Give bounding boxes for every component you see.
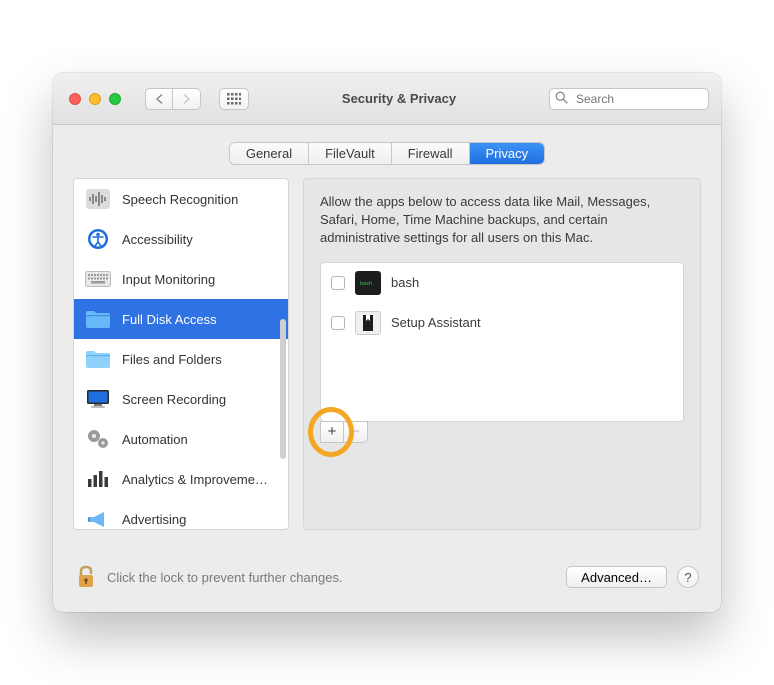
bottom-bar: Click the lock to prevent further change… [53,550,721,612]
app-name: bash [391,275,419,290]
app-row[interactable]: bash bash [321,263,683,303]
add-button[interactable]: + [320,421,344,443]
tab-bar: General FileVault Firewall Privacy [53,125,721,178]
checkbox[interactable] [331,276,345,290]
keyboard-icon [84,267,112,291]
window-title: Security & Privacy [259,91,539,106]
tab-firewall[interactable]: Firewall [392,143,470,164]
lock-icon[interactable] [75,564,97,590]
setup-assistant-icon [355,311,381,335]
show-all-button[interactable] [219,88,249,110]
sidebar-item-analytics[interactable]: Analytics & Improveme… [74,459,288,499]
app-name: Setup Assistant [391,315,481,330]
sidebar-item-label: Speech Recognition [122,192,238,207]
waveform-icon [84,187,112,211]
sidebar-item-accessibility[interactable]: Accessibility [74,219,288,259]
sidebar-item-advertising[interactable]: Advertising [74,499,288,529]
search-input[interactable] [549,88,709,110]
detail-pane: Allow the apps below to access data like… [303,178,701,530]
megaphone-icon [84,507,112,529]
sidebar-item-files-and-folders[interactable]: Files and Folders [74,339,288,379]
back-button[interactable] [145,88,173,110]
app-list: bash bash Setup Assistant [320,262,684,422]
traffic-lights [65,93,125,105]
folder-icon [84,347,112,371]
privacy-sidebar: Speech Recognition Accessibility Input M… [73,178,289,530]
window-toolbar: Security & Privacy [53,73,721,125]
lock-help-text: Click the lock to prevent further change… [107,570,556,585]
sidebar-item-full-disk-access[interactable]: Full Disk Access [74,299,288,339]
tab-privacy[interactable]: Privacy [470,143,545,164]
close-icon[interactable] [69,93,81,105]
search-icon [555,91,568,104]
sidebar-item-label: Automation [122,432,188,447]
tab-general[interactable]: General [230,143,309,164]
sidebar-item-label: Analytics & Improveme… [122,472,268,487]
display-icon [84,387,112,411]
minimize-icon[interactable] [89,93,101,105]
svg-text:bash: bash [360,281,372,286]
chevron-left-icon [155,94,164,104]
sidebar-item-label: Screen Recording [122,392,226,407]
description-text: Allow the apps below to access data like… [320,193,684,248]
sidebar-item-automation[interactable]: Automation [74,419,288,459]
advanced-button[interactable]: Advanced… [566,566,667,588]
sidebar-item-input-monitoring[interactable]: Input Monitoring [74,259,288,299]
terminal-icon: bash [355,271,381,295]
checkbox[interactable] [331,316,345,330]
tab-filevault[interactable]: FileVault [309,143,392,164]
sidebar-item-label: Accessibility [122,232,193,247]
sidebar-item-label: Advertising [122,512,186,527]
search-field-wrap [549,88,709,110]
preferences-window: Security & Privacy General FileVault Fir… [53,73,721,612]
chevron-right-icon [182,94,191,104]
sidebar-item-label: Files and Folders [122,352,222,367]
remove-button[interactable]: − [344,421,368,443]
add-remove-group: + − [320,421,368,443]
sidebar-item-speech-recognition[interactable]: Speech Recognition [74,179,288,219]
nav-back-forward [145,88,201,110]
zoom-icon[interactable] [109,93,121,105]
gears-icon [84,427,112,451]
forward-button[interactable] [173,88,201,110]
folder-icon [84,307,112,331]
app-row[interactable]: Setup Assistant [321,303,683,343]
grid-icon [227,93,241,105]
sidebar-item-label: Input Monitoring [122,272,215,287]
sidebar-item-screen-recording[interactable]: Screen Recording [74,379,288,419]
accessibility-icon [84,227,112,251]
bars-icon [84,467,112,491]
help-button[interactable]: ? [677,566,699,588]
sidebar-item-label: Full Disk Access [122,312,217,327]
